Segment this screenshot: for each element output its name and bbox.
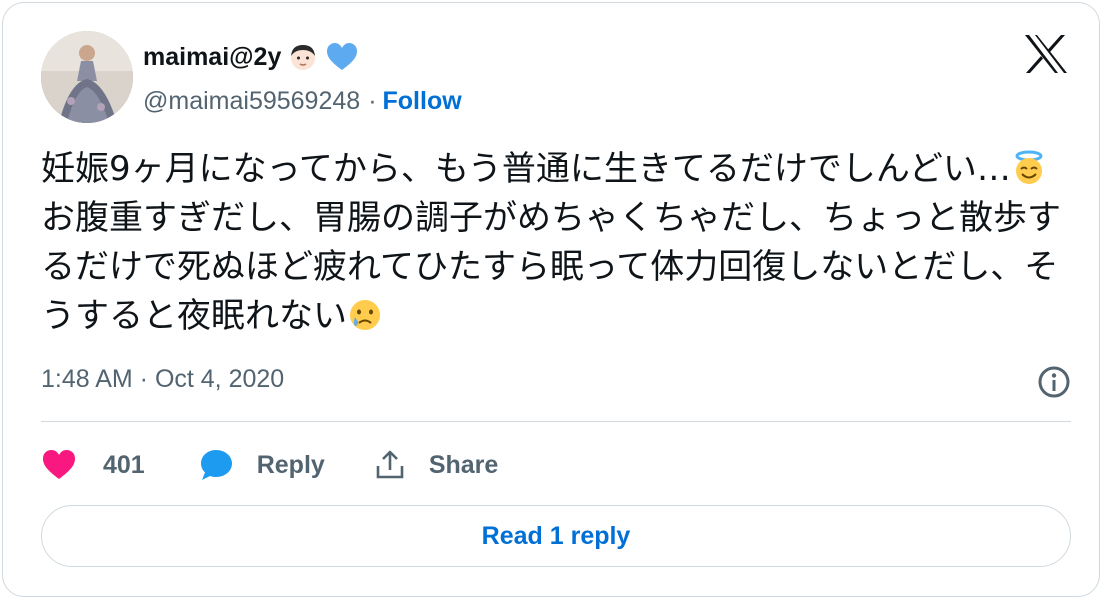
avatar-image — [41, 31, 133, 123]
reply-button[interactable]: Reply — [199, 448, 325, 482]
blue-heart-icon — [327, 43, 358, 70]
smiling-face-with-halo-icon — [1015, 150, 1043, 184]
avatar[interactable] — [41, 31, 133, 123]
share-label: Share — [428, 450, 499, 479]
crying-face-icon — [350, 300, 380, 330]
follow-button[interactable]: Follow — [383, 87, 462, 116]
timestamp-row: 1:48 AM · Oct 4, 2020 — [41, 365, 1071, 401]
tweet-text: 妊娠9ヶ月になってから、もう普通に生きてるだけでしんどい… お腹重すぎだし、胃腸の… — [41, 145, 1071, 341]
like-count: 401 — [103, 450, 145, 479]
tweet-card: maimai@2y @maimai59569248 · Follow 妊娠9ヶ月… — [2, 2, 1100, 597]
reply-label: Reply — [256, 450, 325, 479]
share-icon — [376, 450, 404, 479]
author-handle[interactable]: @maimai59569248 — [143, 87, 360, 116]
info-icon[interactable] — [1037, 365, 1071, 399]
author-handle-row: @maimai59569248 · Follow — [143, 87, 462, 116]
share-button[interactable]: Share — [373, 448, 498, 482]
read-replies-label: Read 1 reply — [481, 521, 631, 550]
tweet-timestamp[interactable]: 1:48 AM · Oct 4, 2020 — [41, 365, 284, 393]
author-name-row[interactable]: maimai@2y — [143, 41, 359, 73]
author-display-name[interactable]: maimai@2y — [143, 43, 281, 72]
action-bar: 401 Reply Share — [41, 443, 498, 487]
handle-separator: · — [368, 87, 377, 115]
heart-icon — [43, 450, 75, 479]
tweet-text-part-1: 妊娠9ヶ月になってから、もう普通に生きてるだけでしんどい… — [41, 149, 1011, 189]
like-button[interactable]: 401 — [41, 448, 145, 482]
reply-bubble-icon — [200, 450, 232, 480]
divider — [41, 421, 1071, 422]
x-logo-icon[interactable] — [1023, 33, 1069, 75]
tweet-text-part-2: お腹重すぎだし、胃腸の調子がめちゃくちゃだし、ちょっと散歩するだけで死ぬほど疲れ… — [41, 198, 1061, 336]
boy-emoji-icon — [291, 45, 316, 70]
read-replies-button[interactable]: Read 1 reply — [41, 505, 1071, 567]
